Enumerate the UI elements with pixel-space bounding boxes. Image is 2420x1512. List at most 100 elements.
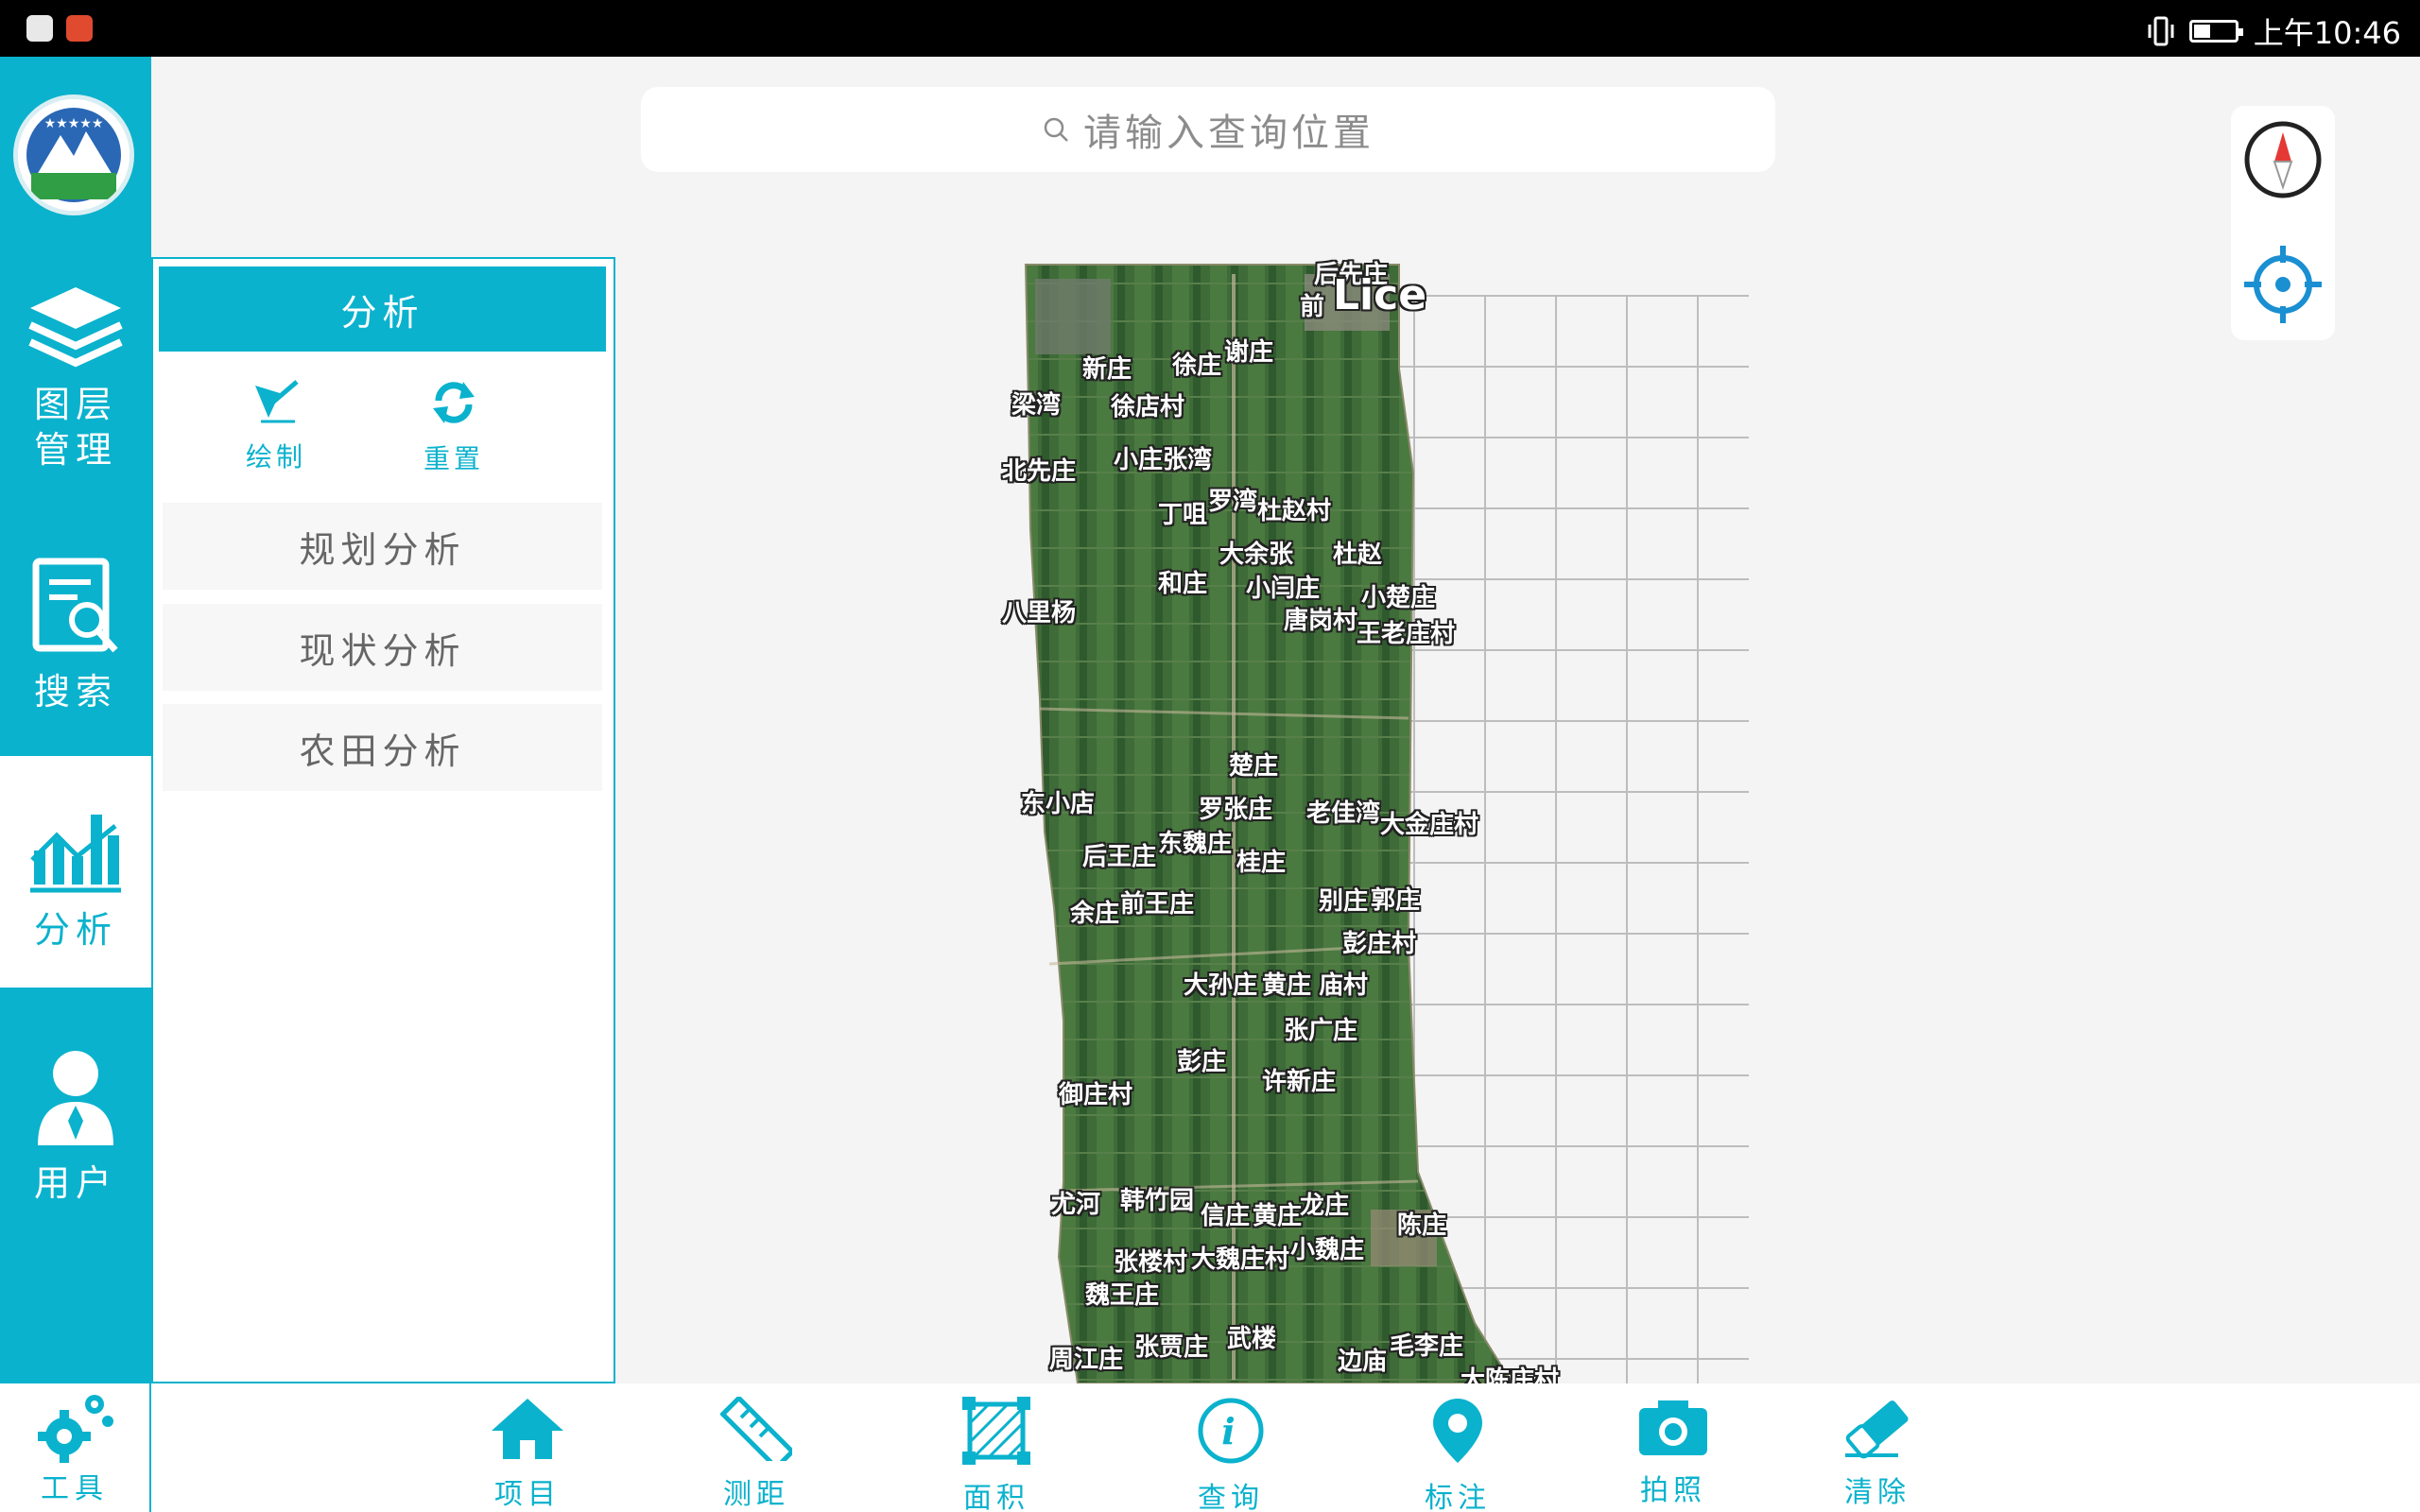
map-place-label: 新庄 [1082,355,1132,384]
map-place-label: 庙村 [1319,971,1369,1000]
map-place-label: 王老庄村 [1357,620,1456,648]
map-pin-icon [1433,1399,1482,1463]
ruler-icon [720,1397,792,1461]
project-label: 项目 [494,1478,561,1511]
mark-label: 标注 [1425,1482,1491,1512]
map-place-label: 老佳湾 [1306,799,1381,828]
map-place-label: 徐庄 [1172,352,1222,380]
nav-analysis[interactable]: 分析 [0,756,151,988]
map-place-label: Lice [1333,271,1427,319]
map-place-label: 北先庄 [1002,457,1077,486]
measure-area-button[interactable]: 面积 [940,1397,1053,1512]
nav-layer-line1: 图层 [33,384,117,425]
map-place-label: 楚庄 [1229,752,1279,781]
refresh-icon [433,382,475,423]
panel-title: 分析 [159,266,606,352]
planning-analysis-item[interactable]: 规划分析 [163,503,602,590]
clear-label: 清除 [1844,1476,1910,1509]
map-place-label: 余庄 [1070,900,1120,928]
nav-user[interactable]: 用户 [0,1049,151,1295]
camera-icon [1639,1400,1707,1455]
map-place-label: 后王庄 [1082,843,1157,871]
query-button[interactable]: i 查询 [1174,1397,1288,1512]
reset-button[interactable]: 重置 [397,380,510,476]
nav-search[interactable]: 搜索 [0,558,151,747]
map-place-label: 彭庄村 [1342,930,1417,958]
photo-button[interactable]: 拍照 [1616,1397,1730,1508]
search-icon [1044,117,1068,142]
map-place-label: 龙庄 [1300,1192,1350,1220]
area-hatch-icon [962,1397,1030,1465]
map-place-label: 尤河 [1051,1191,1101,1219]
nav-layer-line2: 管理 [33,429,117,471]
map-place-label: 罗湾 [1208,488,1258,516]
map-place-label: 桂庄 [1236,849,1287,877]
map-place-label: 彭庄 [1177,1048,1227,1076]
home-icon [492,1399,563,1459]
map-place-label: 毛李庄 [1390,1332,1464,1361]
map-place-label: 梁湾 [1011,391,1062,420]
map-place-label: 大余张 [1219,541,1294,569]
analysis-panel: 分析 绘制 重置 规划分析 现状分析 农田分析 [151,257,615,1383]
clear-button[interactable]: 清除 [1821,1397,1934,1510]
map-place-label: 张广庄 [1284,1017,1358,1045]
map-place-label: 前 [1300,293,1325,321]
map-place-label: 八里杨 [1002,599,1077,627]
map-place-label: 郭庄 [1371,886,1421,915]
map-place-label: 前王庄 [1120,890,1195,919]
draw-pen-icon [255,380,299,423]
map-place-label: 谢庄 [1224,338,1274,367]
map-place-label: 大魏庄村 [1191,1246,1290,1274]
left-nav-rail: ★★★★★ 图层 管理 搜索 分析 用户 [0,57,151,1383]
panel-tools: 绘制 重置 [159,361,606,493]
map-place-label: 东小店 [1021,790,1096,818]
measure-area-label: 面积 [963,1482,1029,1512]
draw-button[interactable]: 绘制 [219,380,333,474]
nav-user-label: 用户 [33,1162,117,1204]
farmland-analysis-item[interactable]: 农田分析 [163,704,602,791]
agency-logo: ★★★★★ [13,94,134,215]
query-label: 查询 [1198,1482,1264,1512]
map-place-label: 和庄 [1158,570,1208,598]
svg-text:★★★★★: ★★★★★ [44,116,104,131]
map-place-label: 张楼村 [1114,1248,1188,1277]
search-document-icon [32,558,118,653]
measure-distance-label: 测距 [723,1478,789,1511]
map-place-label: 大孙庄 [1184,971,1258,1000]
map-place-label: 信庄 [1201,1202,1251,1230]
map-place-label: 张贾庄 [1134,1333,1209,1362]
nav-search-label: 搜索 [33,671,117,713]
bottom-toolbar: 项目 测距 面积 i 查询 标注 拍照 清除 [151,1383,2420,1512]
map-place-label: 周江庄 [1049,1346,1124,1374]
draw-label: 绘制 [245,441,306,472]
location-search-input[interactable]: 请输入查询位置 [641,87,1775,172]
map-controls [2231,106,2335,340]
map-place-label: 御庄村 [1059,1081,1133,1109]
locate-me-icon[interactable] [2242,244,2324,325]
photo-label: 拍照 [1640,1474,1706,1507]
map-place-label: 东魏庄 [1158,830,1233,858]
search-placeholder: 请输入查询位置 [1083,112,1374,155]
nav-layer-management[interactable]: 图层 管理 [0,284,151,510]
map-place-label: 杜赵村 [1257,497,1332,525]
tools-button[interactable]: 工具 [0,1383,151,1512]
map-place-label: 杜赵 [1333,541,1383,569]
measure-distance-button[interactable]: 测距 [700,1397,813,1512]
eraser-icon [1845,1400,1909,1459]
map-place-label: 小闫庄 [1246,575,1321,603]
mark-button[interactable]: 标注 [1401,1397,1514,1512]
analysis-chart-icon [30,815,121,893]
map-place-label: 许新庄 [1262,1068,1337,1096]
compass-icon[interactable] [2242,119,2324,200]
map-place-label: 武楼 [1227,1325,1277,1353]
current-status-analysis-item[interactable]: 现状分析 [163,604,602,691]
map-place-label: 丁咀 [1158,501,1208,529]
map-place-label: 黄庄 [1253,1202,1303,1230]
map-place-label: 大金庄村 [1380,811,1479,839]
map-place-label: 小魏庄 [1290,1236,1365,1264]
project-button[interactable]: 项目 [471,1397,584,1512]
info-icon: i [1198,1398,1264,1464]
map-place-label: 黄庄 [1262,971,1312,1000]
map-place-label: 徐店村 [1111,393,1185,421]
map-place-label: 小楚庄 [1361,584,1436,612]
